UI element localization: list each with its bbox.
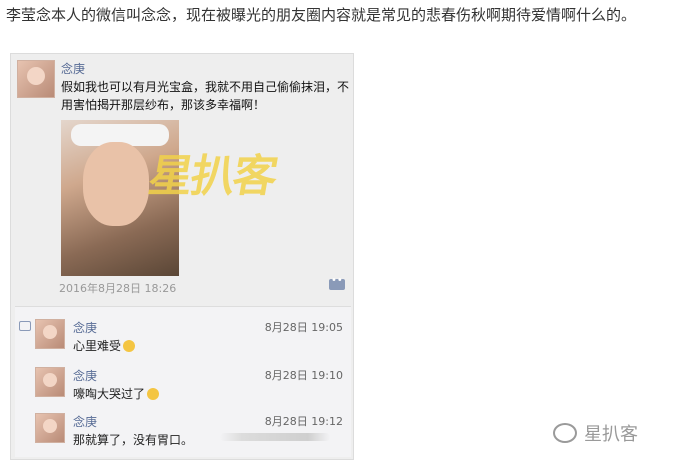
comment-time: 8月28日 19:10 <box>264 369 343 382</box>
watermark-logo: 星扒客 <box>144 151 280 202</box>
avatar[interactable] <box>35 367 65 397</box>
comment-text: 嚎啕大哭过了 <box>73 385 160 402</box>
comment-bubble-icon <box>19 321 31 331</box>
comment-author[interactable]: 念庚 <box>73 413 97 430</box>
list-item: 念庚 8月28日 19:10 嚎啕大哭过了 <box>15 361 351 403</box>
post-text: 假如我也可以有月光宝盒，我就不用自己偷偷抹泪，不用害怕揭开那层纱布，那该多幸福啊… <box>61 80 350 112</box>
avatar[interactable] <box>17 60 55 98</box>
post-timestamp: 2016年8月28日 18:26 <box>59 282 177 295</box>
wechat-icon <box>553 423 577 443</box>
comment-text-value: 嚎啕大哭过了 <box>73 387 146 401</box>
avatar[interactable] <box>35 413 65 443</box>
moments-screenshot: 念庚 假如我也可以有月光宝盒，我就不用自己偷偷抹泪，不用害怕揭开那层纱布，那该多… <box>10 53 354 460</box>
face <box>83 142 149 226</box>
comment-button-icon[interactable] <box>329 275 345 290</box>
list-item: 念庚 8月28日 19:12 那就算了，没有胃口。 <box>15 407 351 449</box>
brand-name: 星扒客 <box>584 420 638 446</box>
comment-time: 8月28日 19:12 <box>264 415 343 428</box>
article-text: 李莹念本人的微信叫念念，现在被曝光的朋友圈内容就是常见的悲春伤秋啊期待爱情啊什么… <box>6 6 637 24</box>
comment-author[interactable]: 念庚 <box>73 319 97 336</box>
brand-label: 星扒客 <box>584 424 638 445</box>
comment-author[interactable]: 念庚 <box>73 367 97 384</box>
comment-time: 8月28日 19:05 <box>264 321 343 334</box>
comment-text: 心里难受 <box>73 337 136 354</box>
avatar[interactable] <box>35 319 65 349</box>
post-author[interactable]: 念庚 <box>61 60 85 77</box>
comment-text: 那就算了，没有胃口。 <box>73 433 194 447</box>
comment-text-value: 心里难受 <box>73 339 122 353</box>
list-item: 念庚 8月28日 19:05 心里难受 <box>15 313 351 355</box>
emoji-icon <box>123 340 136 352</box>
emoji-icon <box>147 388 160 400</box>
blurred-watermark <box>220 433 330 441</box>
